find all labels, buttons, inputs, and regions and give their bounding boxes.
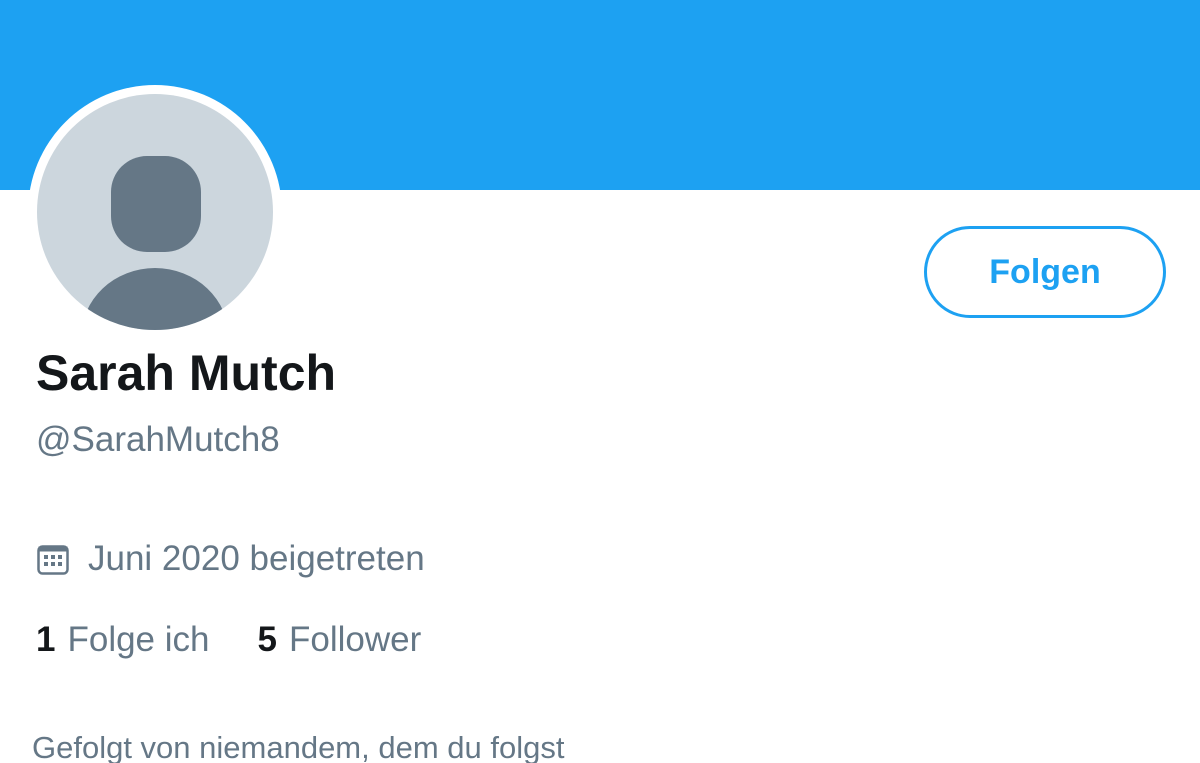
display-name: Sarah Mutch <box>36 345 337 401</box>
default-avatar-icon <box>37 94 273 330</box>
calendar-icon <box>36 542 70 576</box>
joined-date: Juni 2020 beigetreten <box>36 537 425 581</box>
followed-by-context: Gefolgt von niemandem, dem du folgst <box>32 730 565 763</box>
followers-count: 5 <box>257 620 277 659</box>
joined-text: Juni 2020 beigetreten <box>88 539 425 578</box>
following-count: 1 <box>36 620 56 659</box>
avatar[interactable] <box>28 85 282 339</box>
following-label: Folge ich <box>67 620 210 659</box>
follow-button[interactable]: Folgen <box>924 226 1166 318</box>
following-link[interactable]: 1 Folge ich <box>36 620 210 660</box>
followers-link[interactable]: 5 Follower <box>258 620 422 660</box>
followers-label: Follower <box>288 620 422 659</box>
profile-header: Folgen Sarah Mutch @SarahMutch8 Juni 202… <box>0 0 1200 763</box>
profile-stats: 1 Folge ich 5 Follower <box>36 620 421 660</box>
user-handle: @SarahMutch8 <box>36 420 280 459</box>
